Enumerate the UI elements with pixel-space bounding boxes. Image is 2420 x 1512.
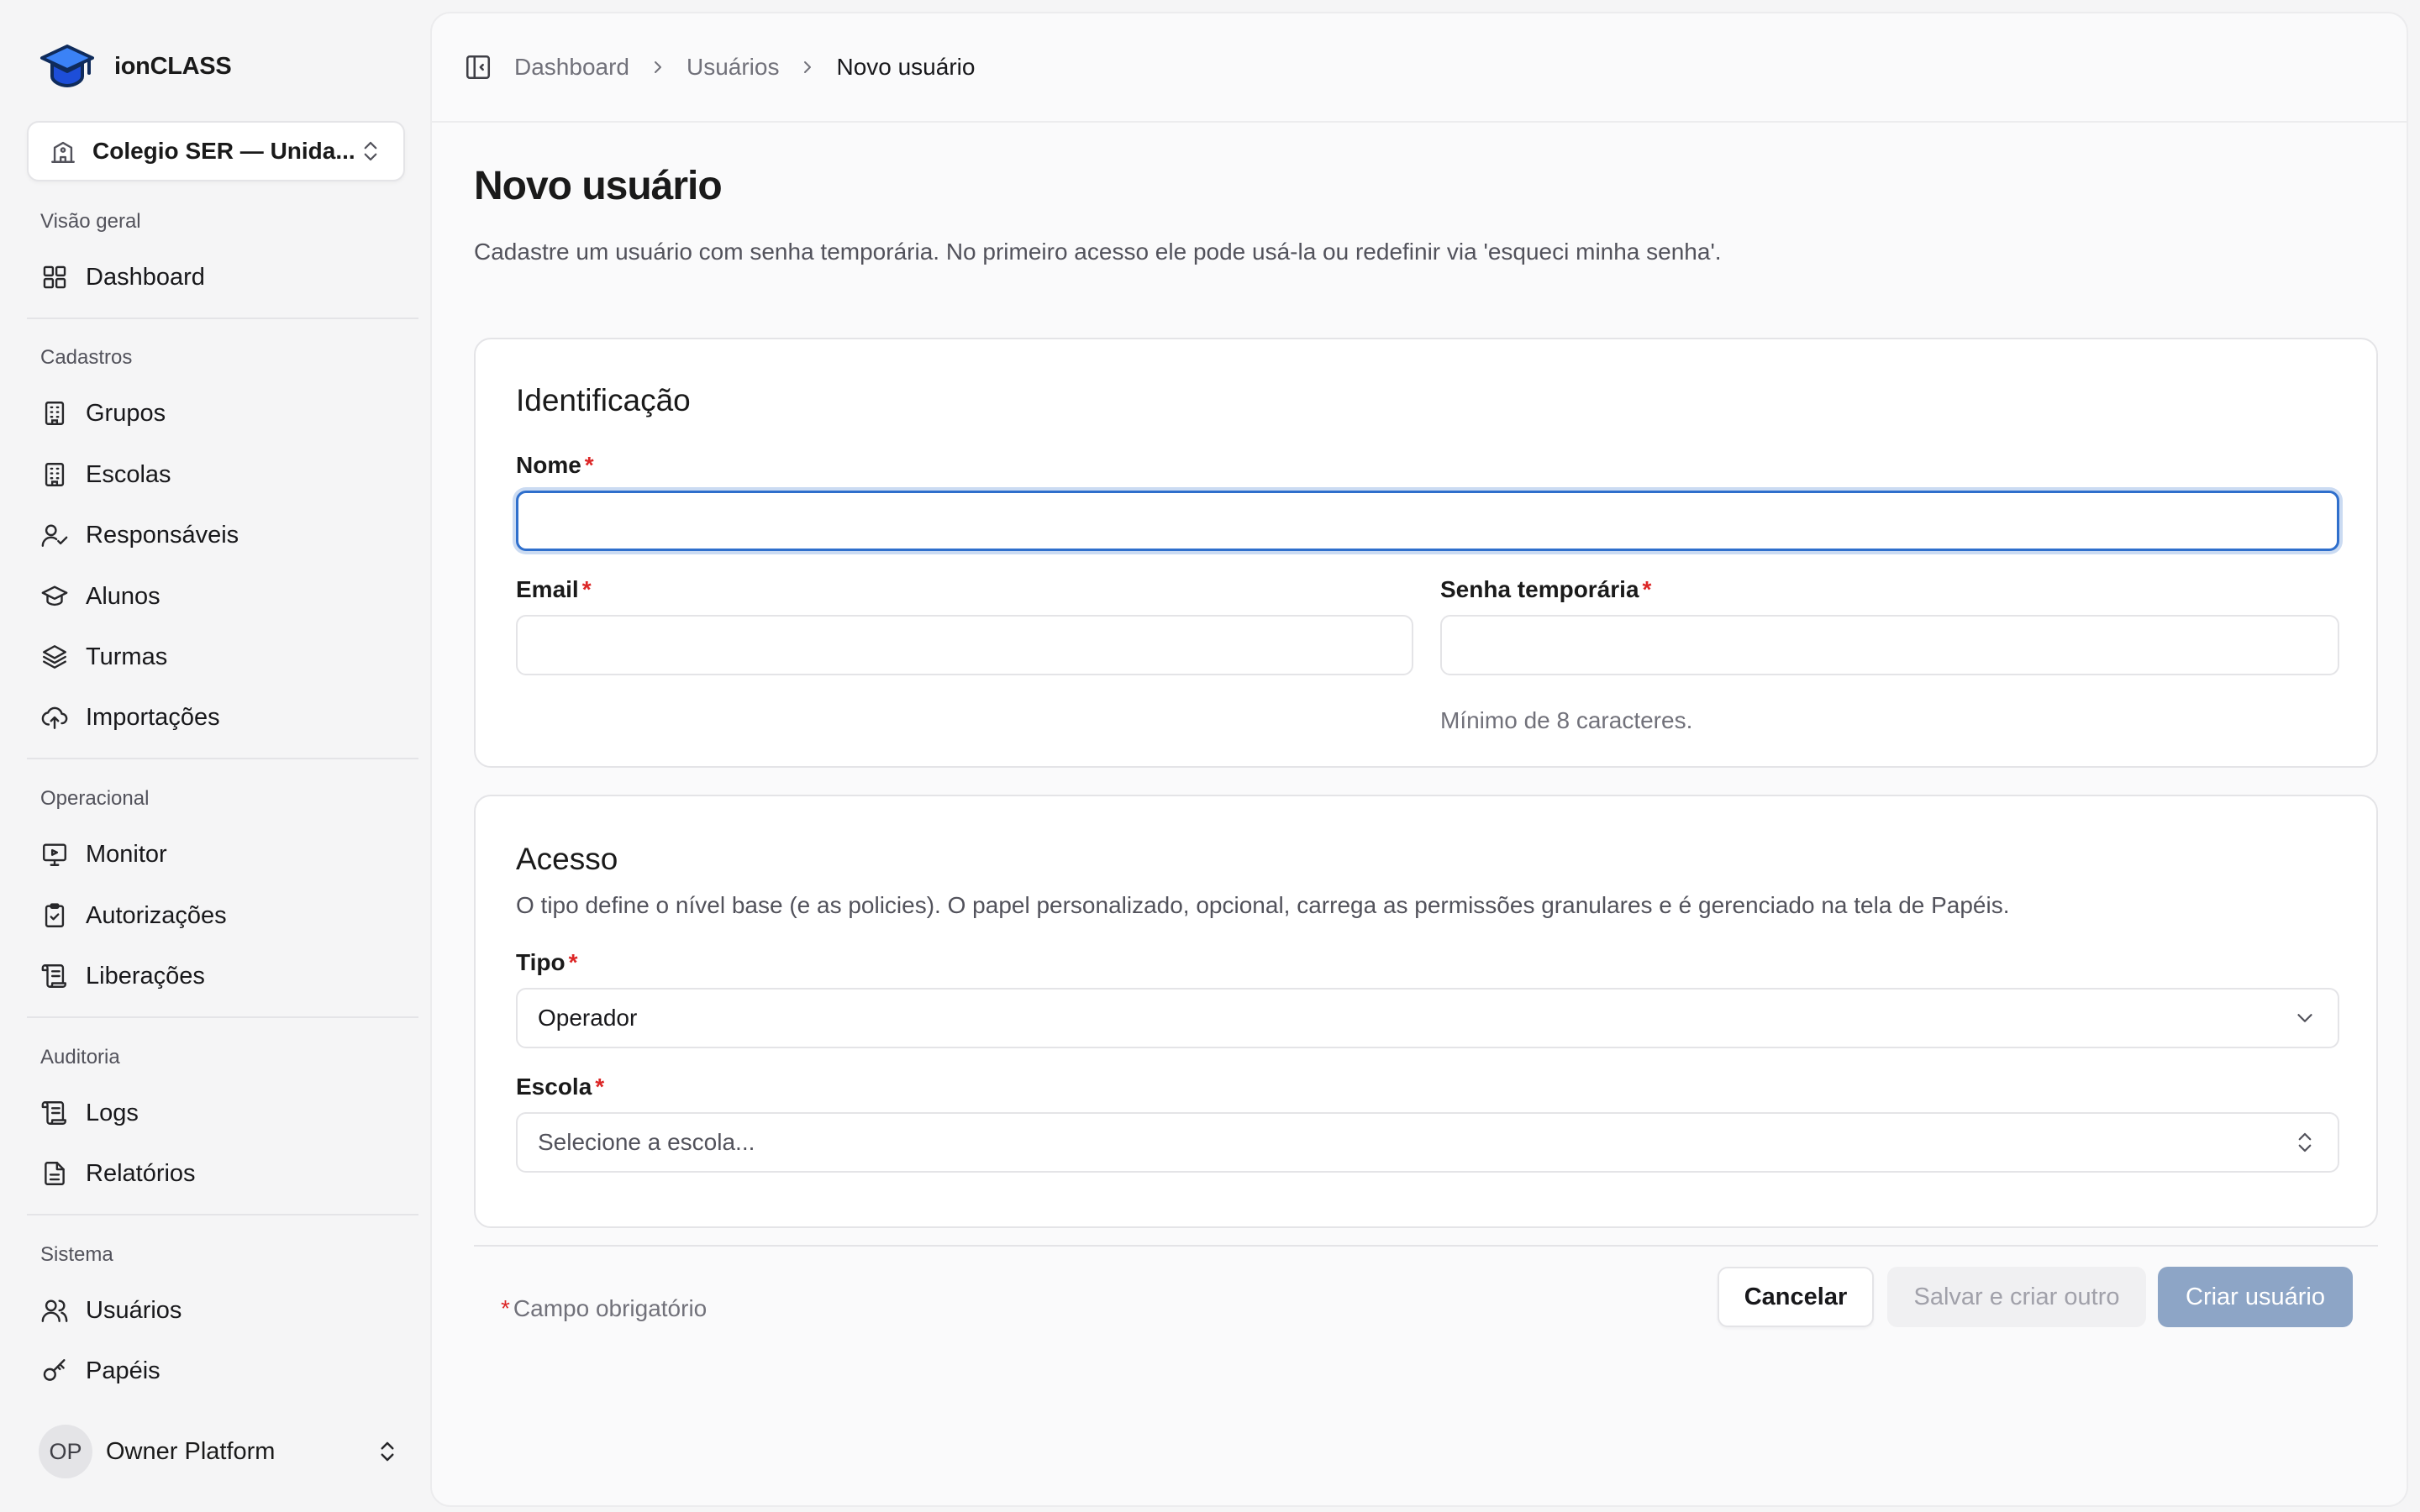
nav-group-label: Visão geral — [40, 210, 141, 233]
sidebar-item-label: Escolas — [86, 460, 171, 488]
sidebar-toggle-icon[interactable] — [464, 53, 492, 81]
graduation-cap-icon — [40, 582, 69, 611]
email-input[interactable] — [516, 615, 1413, 675]
chevrons-up-down-icon — [2292, 1130, 2317, 1155]
acesso-title: Acesso — [516, 842, 618, 876]
sidebar-item-papeis[interactable]: Papéis — [34, 1344, 412, 1398]
sidebar-item-relatorios[interactable]: Relatórios — [34, 1147, 412, 1200]
acesso-description: O tipo define o nível base (e as policie… — [516, 892, 2010, 918]
sidebar-item-label: Liberações — [86, 962, 205, 990]
sidebar-item-importacoes[interactable]: Importações — [34, 690, 412, 744]
sidebar-item-autorizacoes[interactable]: Autorizações — [34, 889, 412, 942]
building-icon — [40, 399, 69, 428]
main-panel: Dashboard Usuários Novo usuário Novo usu… — [430, 12, 2408, 1507]
graduation-cap-logo-icon — [39, 41, 96, 92]
sidebar-item-label: Turmas — [86, 643, 168, 670]
cancel-button[interactable]: Cancelar — [1718, 1267, 1874, 1327]
breadcrumb-dashboard[interactable]: Dashboard — [514, 54, 629, 81]
cloud-upload-icon — [40, 703, 69, 732]
sidebar-item-responsaveis[interactable]: Responsáveis — [34, 508, 412, 562]
sidebar-item-label: Papéis — [86, 1357, 160, 1384]
page-subtitle: Cadastre um usuário com senha temporária… — [474, 239, 1722, 265]
form-footer-divider — [474, 1245, 2378, 1247]
page-title: Novo usuário — [474, 164, 723, 208]
nav-group-label: Sistema — [40, 1243, 113, 1266]
tipo-select[interactable]: Operador — [516, 988, 2339, 1048]
user-menu[interactable]: OP Owner Platform — [39, 1423, 400, 1480]
breadcrumb-current: Novo usuário — [836, 54, 976, 80]
sidebar-item-label: Importações — [86, 703, 220, 731]
nav-group-label: Auditoria — [40, 1046, 120, 1068]
chevron-right-icon — [648, 57, 668, 77]
required-field-note: * Campo obrigatório — [501, 1295, 708, 1321]
school-building-icon — [49, 137, 77, 165]
sidebar: ionCLASS Colegio SER — Unida... Visão ge… — [0, 0, 430, 1512]
chevrons-up-down-icon — [375, 1439, 400, 1464]
sidebar-item-alunos[interactable]: Alunos — [34, 570, 412, 623]
sidebar-item-label: Alunos — [86, 582, 160, 610]
chevron-down-icon — [2292, 1005, 2317, 1031]
sidebar-item-escolas[interactable]: Escolas — [34, 448, 412, 501]
sidebar-item-label: Relatórios — [86, 1159, 196, 1187]
scroll-icon — [40, 962, 69, 990]
escola-label: Escola * — [516, 1074, 605, 1100]
scroll-icon — [40, 1099, 69, 1127]
users-icon — [40, 1296, 69, 1325]
sidebar-item-label: Logs — [86, 1099, 139, 1126]
sidebar-item-label: Autorizações — [86, 901, 227, 929]
sidebar-item-label: Monitor — [86, 840, 167, 868]
app-name: ionCLASS — [114, 52, 232, 80]
monitor-icon — [40, 840, 69, 869]
acesso-card: Acesso O tipo define o nível base (e as … — [474, 795, 2378, 1228]
top-bar: Dashboard Usuários Novo usuário — [432, 13, 2407, 123]
escola-placeholder: Selecione a escola... — [538, 1129, 755, 1155]
create-user-button[interactable]: Criar usuário — [2158, 1267, 2353, 1327]
identificacao-title: Identificação — [516, 383, 691, 417]
avatar: OP — [39, 1425, 92, 1478]
sidebar-divider — [27, 1016, 418, 1018]
nome-label: Nome * — [516, 452, 594, 478]
sidebar-item-label: Responsáveis — [86, 521, 239, 549]
sidebar-item-liberacoes[interactable]: Liberações — [34, 949, 412, 1003]
nav-group-label: Cadastros — [40, 346, 133, 369]
identificacao-card: Identificação Nome * Email * Senha temporá… — [474, 338, 2378, 768]
sidebar-item-usuarios[interactable]: Usuários — [34, 1284, 412, 1337]
key-icon — [40, 1357, 69, 1385]
grid-icon — [40, 263, 69, 291]
sidebar-item-label: Grupos — [86, 399, 166, 427]
organization-name: Colegio SER — Unida... — [92, 138, 355, 164]
file-text-icon — [40, 1159, 69, 1188]
sidebar-divider — [27, 318, 418, 319]
sidebar-divider — [27, 758, 418, 759]
sidebar-item-dashboard[interactable]: Dashboard — [34, 250, 412, 304]
senha-label: Senha temporária * — [1440, 576, 1652, 602]
breadcrumb: Dashboard Usuários Novo usuário — [514, 54, 975, 81]
sidebar-item-logs[interactable]: Logs — [34, 1086, 412, 1140]
tipo-label: Tipo * — [516, 949, 578, 975]
chevron-right-icon — [797, 57, 818, 77]
building-icon — [40, 460, 69, 489]
nome-input[interactable] — [516, 491, 2339, 551]
sidebar-divider — [27, 1214, 418, 1215]
brand[interactable]: ionCLASS — [39, 39, 232, 94]
layers-icon — [40, 643, 69, 671]
email-label: Email * — [516, 576, 592, 602]
breadcrumb-usuarios[interactable]: Usuários — [687, 54, 779, 81]
senha-temporaria-input[interactable] — [1440, 615, 2339, 675]
senha-hint: Mínimo de 8 caracteres. — [1440, 707, 1693, 733]
nav-group-label: Operacional — [40, 787, 150, 810]
user-check-icon — [40, 521, 69, 549]
chevrons-up-down-icon — [358, 139, 383, 164]
user-name: Owner Platform — [106, 1437, 276, 1465]
sidebar-item-monitor[interactable]: Monitor — [34, 827, 412, 881]
sidebar-item-grupos[interactable]: Grupos — [34, 386, 412, 440]
tipo-value: Operador — [538, 1005, 638, 1031]
clipboard-check-icon — [40, 901, 69, 930]
escola-combobox[interactable]: Selecione a escola... — [516, 1112, 2339, 1173]
sidebar-item-turmas[interactable]: Turmas — [34, 630, 412, 684]
sidebar-item-label: Dashboard — [86, 263, 205, 291]
organization-switcher[interactable]: Colegio SER — Unida... — [27, 121, 405, 181]
sidebar-item-label: Usuários — [86, 1296, 182, 1324]
save-and-create-another-button[interactable]: Salvar e criar outro — [1887, 1267, 2146, 1327]
